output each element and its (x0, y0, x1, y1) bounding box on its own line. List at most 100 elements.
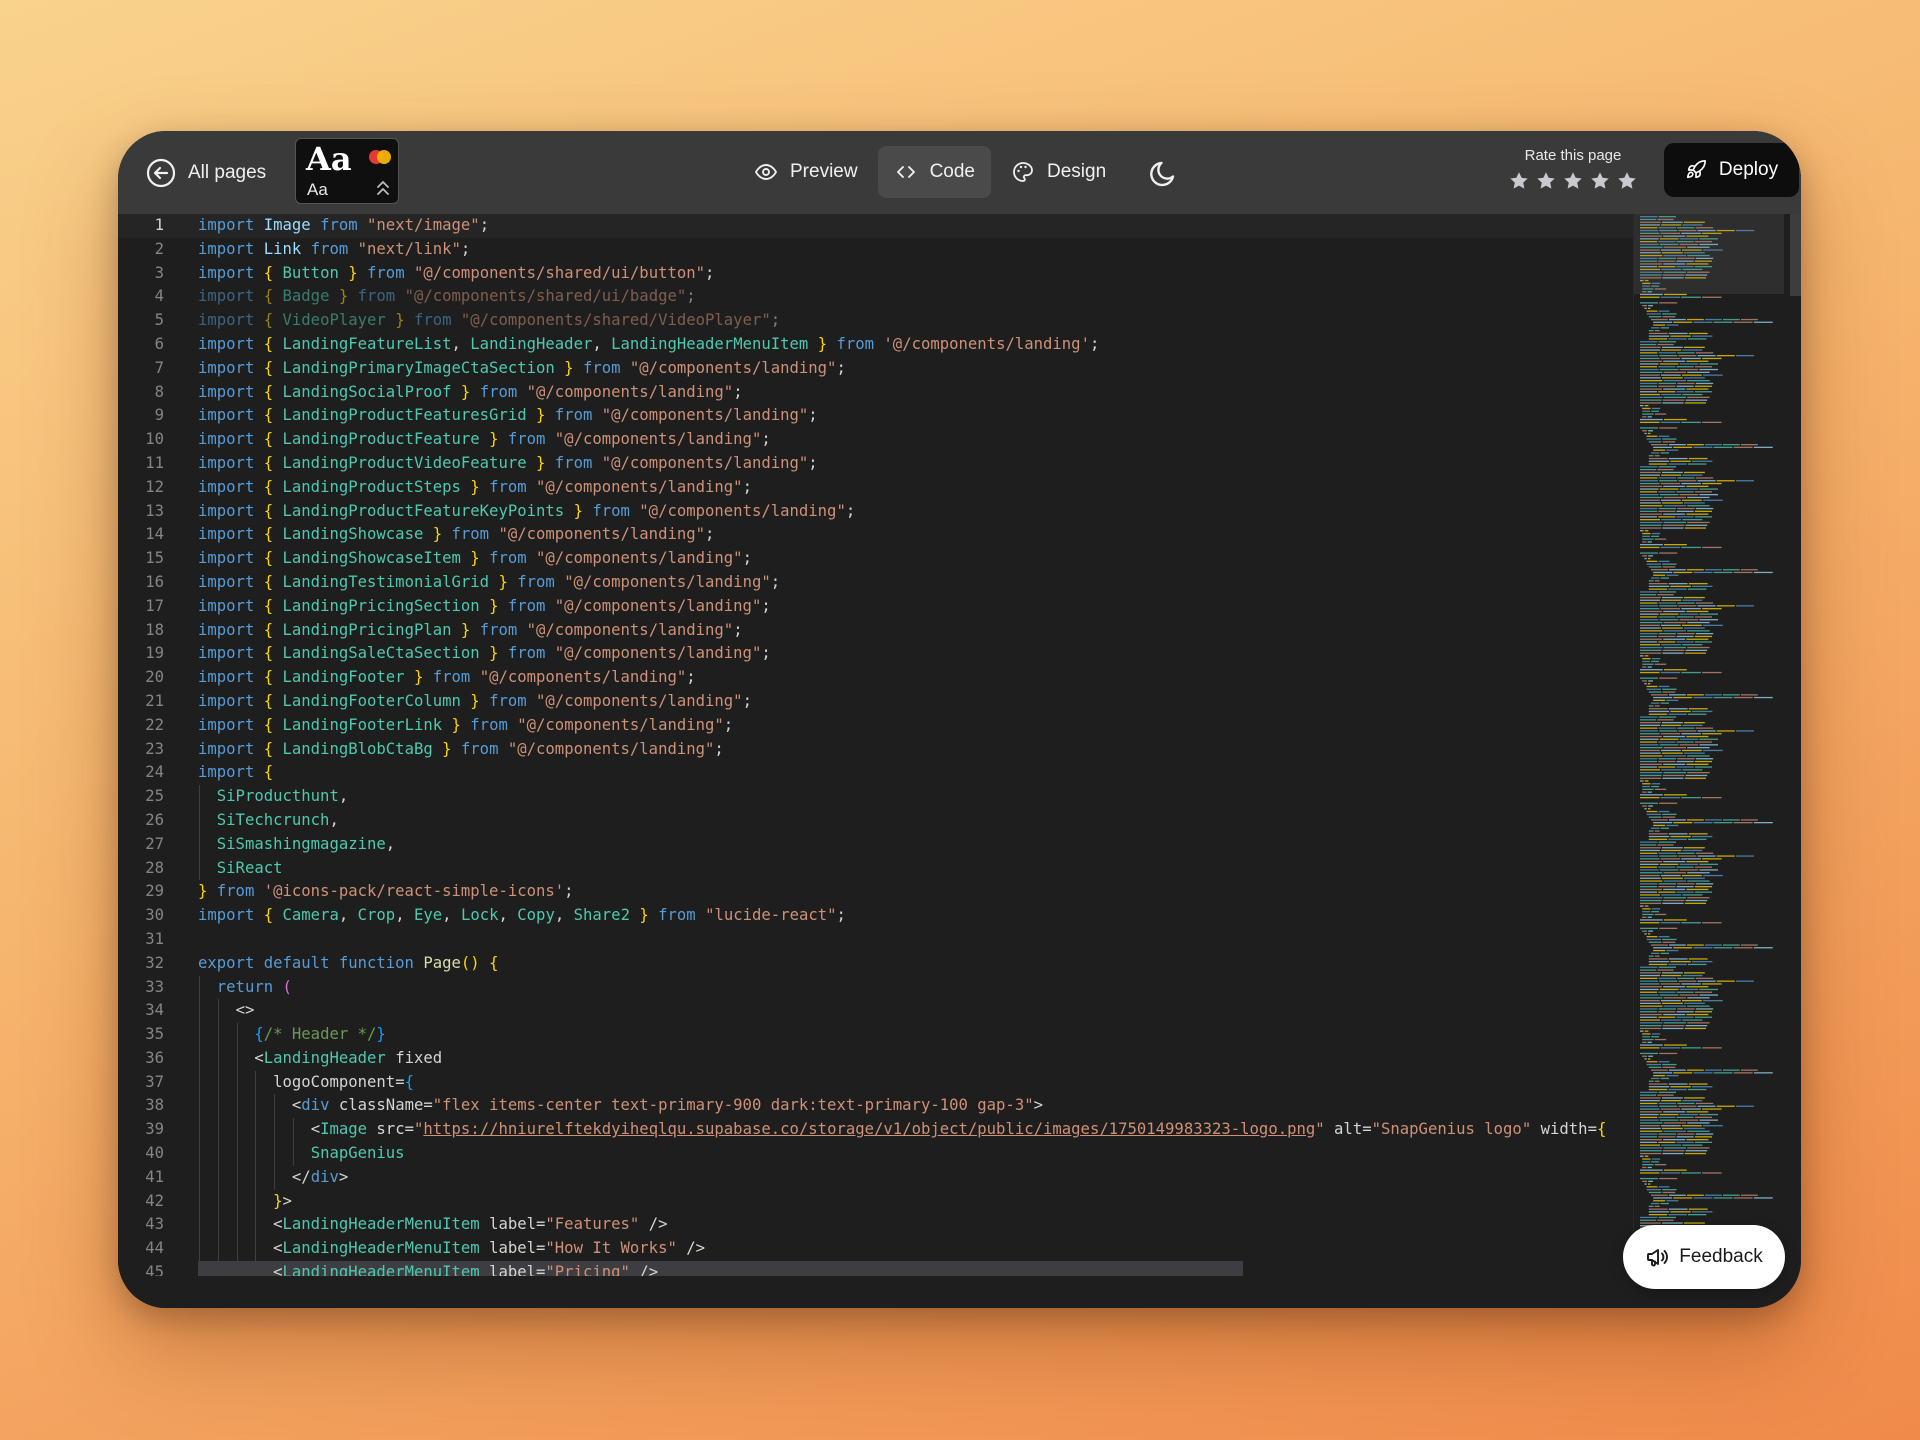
tab-code[interactable]: Code (877, 146, 991, 198)
code-line[interactable]: 6 import { LandingFeatureList, LandingHea… (118, 333, 1633, 357)
line-number: 40 (145, 1144, 164, 1163)
code-line[interactable]: 15 import { LandingShowcaseItem } from "@… (118, 547, 1633, 571)
tab-preview[interactable]: Preview (738, 146, 874, 198)
code-text: SiTechcrunch, (216, 810, 339, 829)
code-line[interactable]: 14 import { LandingShowcase } from "@/com… (118, 523, 1633, 547)
rocket-icon (1686, 160, 1706, 179)
code-text: import { LandingFeatureList, LandingHead… (198, 334, 1100, 353)
code-line[interactable]: 1 import Image from "next/image"; (118, 214, 1633, 238)
star-icon[interactable] (1562, 170, 1584, 192)
chevrons-up-icon (377, 181, 389, 195)
code-text: import { Badge } from "@/components/shar… (198, 287, 696, 306)
code-line[interactable]: 38 <div className="flex items-center tex… (118, 1094, 1633, 1119)
code-line[interactable]: 42 }> (118, 1189, 1633, 1214)
code-text: import { LandingPrimaryImageCtaSection }… (198, 358, 846, 377)
line-number: 19 (145, 644, 164, 663)
code-text: import { LandingPricingPlan } from "@/co… (198, 620, 743, 639)
code-line[interactable]: 44 <LandingHeaderMenuItem label="How It … (118, 1237, 1633, 1262)
line-number: 29 (145, 882, 164, 901)
code-line[interactable]: 19 import { LandingSaleCtaSection } from … (118, 642, 1633, 666)
star-icon[interactable] (1535, 170, 1557, 192)
code-line[interactable]: 20 import { LandingFooter } from "@/compo… (118, 666, 1633, 690)
code-text: import { Camera, Crop, Eye, Lock, Copy, … (198, 906, 846, 925)
code-line[interactable]: 22 import { LandingFooterLink } from "@/c… (118, 714, 1633, 738)
code-text: import { LandingShowcaseItem } from "@/c… (198, 549, 752, 568)
code-line[interactable]: 2 import Link from "next/link"; (118, 238, 1633, 262)
minimap-viewport[interactable] (1634, 214, 1784, 294)
code-line[interactable]: 18 import { LandingPricingPlan } from "@/… (118, 619, 1633, 643)
code-line[interactable]: 23 import { LandingBlobCtaBg } from "@/co… (118, 738, 1633, 762)
code-line[interactable]: 31 (118, 928, 1633, 952)
font-display-sample: Aa (306, 140, 352, 178)
star-icon[interactable] (1508, 170, 1530, 192)
code-line[interactable]: 8 import { LandingSocialProof } from "@/c… (118, 381, 1633, 405)
code-line[interactable]: 45 <LandingHeaderMenuItem label="Pricing… (118, 1261, 1633, 1276)
code-line[interactable]: 25 SiProducthunt, (118, 785, 1633, 809)
editor-scrollbar[interactable] (1790, 214, 1801, 296)
code-line[interactable]: 34 <> (118, 999, 1633, 1024)
code-text: <div className="flex items-center text-p… (291, 1096, 1043, 1115)
code-line[interactable]: 27 SiSmashingmagazine, (118, 832, 1633, 857)
tab-design[interactable]: Design (995, 146, 1122, 198)
code-line[interactable]: 32 export default function Page() { (118, 952, 1633, 976)
line-number: 25 (145, 787, 164, 806)
moon-icon[interactable] (1144, 154, 1182, 192)
code-line[interactable]: 29 } from '@icons-pack/react-simple-icons… (118, 880, 1633, 904)
code-line[interactable]: 13 import { LandingProductFeatureKeyPoint… (118, 500, 1633, 524)
code-line[interactable]: 26 SiTechcrunch, (118, 808, 1633, 833)
star-icon[interactable] (1616, 170, 1638, 192)
line-number: 31 (145, 929, 164, 948)
code-line[interactable]: 35 {/* Header */} (118, 1023, 1633, 1047)
code-line[interactable]: 4 import { Badge } from "@/components/sha… (118, 285, 1633, 309)
code-line[interactable]: 39 <Image src="https://hniurelftekdyiheq… (118, 1118, 1633, 1143)
line-number: 20 (145, 668, 164, 687)
code-text: import Image from "next/image"; (198, 216, 490, 234)
line-number: 2 (154, 239, 164, 258)
line-number: 21 (145, 691, 164, 710)
code-line[interactable]: 7 import { LandingPrimaryImageCtaSection … (118, 357, 1633, 381)
code-line[interactable]: 40 SnapGenius (118, 1142, 1633, 1166)
code-line[interactable]: 28 SiReact (118, 856, 1633, 881)
feedback-label: Feedback (1679, 1246, 1763, 1267)
minimap[interactable] (1633, 214, 1784, 1276)
code-icon (896, 166, 915, 178)
line-number: 42 (145, 1191, 164, 1210)
font-picker[interactable]: Aa Aa (295, 138, 399, 204)
line-number: 13 (145, 501, 164, 520)
code-line[interactable]: 16 import { LandingTestimonialGrid } from… (118, 571, 1633, 595)
line-number: 18 (145, 620, 164, 639)
code-line[interactable]: 11 import { LandingProductVideoFeature } … (118, 452, 1633, 476)
code-line[interactable]: 3 import { Button } from "@/components/sh… (118, 262, 1633, 286)
code-line[interactable]: 43 <LandingHeaderMenuItem label="Feature… (118, 1213, 1633, 1238)
code-line[interactable]: 21 import { LandingFooterColumn } from "@… (118, 690, 1633, 714)
code-text: import { VideoPlayer } from "@/component… (198, 311, 781, 330)
rating-stars (1508, 170, 1638, 192)
code-text: import { LandingProductFeature } from "@… (198, 430, 771, 449)
feedback-button[interactable]: Feedback (1623, 1225, 1785, 1289)
code-line[interactable]: 9 import { LandingProductFeaturesGrid } f… (118, 404, 1633, 428)
deploy-button[interactable]: Deploy (1664, 143, 1799, 197)
code-text: import { (198, 763, 274, 782)
code-line[interactable]: 36 <LandingHeader fixed (118, 1046, 1633, 1071)
code-text: } from '@icons-pack/react-simple-icons'; (198, 882, 574, 901)
code-line[interactable]: 30 import { Camera, Crop, Eye, Lock, Copy… (118, 904, 1633, 928)
line-number: 10 (145, 430, 164, 449)
code-line[interactable]: 41 </div> (118, 1165, 1633, 1190)
code-line[interactable]: 24 import { (118, 761, 1633, 785)
all-pages-button[interactable]: All pages (146, 155, 266, 191)
code-line[interactable]: 33 return ( (118, 975, 1633, 1000)
code-line[interactable]: 37 logoComponent={ (118, 1070, 1633, 1095)
star-icon[interactable] (1589, 170, 1611, 192)
code-line[interactable]: 17 import { LandingPricingSection } from … (118, 595, 1633, 619)
line-number: 41 (145, 1167, 164, 1186)
code-text: SiReact (216, 858, 283, 877)
arrow-left-circle-icon (146, 158, 176, 188)
code-area[interactable]: 1 import Image from "next/image"; 2 import … (118, 214, 1633, 1276)
code-line[interactable]: 10 import { LandingProductFeature } from … (118, 428, 1633, 452)
code-text: <> (235, 1001, 255, 1020)
code-line[interactable]: 5 import { VideoPlayer } from "@/componen… (118, 309, 1633, 333)
rating-label: Rate this page (1524, 147, 1622, 164)
code-editor[interactable]: 1 import Image from "next/image"; 2 import … (118, 214, 1801, 1308)
code-line[interactable]: 12 import { LandingProductSteps } from "@… (118, 476, 1633, 500)
code-text: {/* Header */} (254, 1025, 386, 1044)
